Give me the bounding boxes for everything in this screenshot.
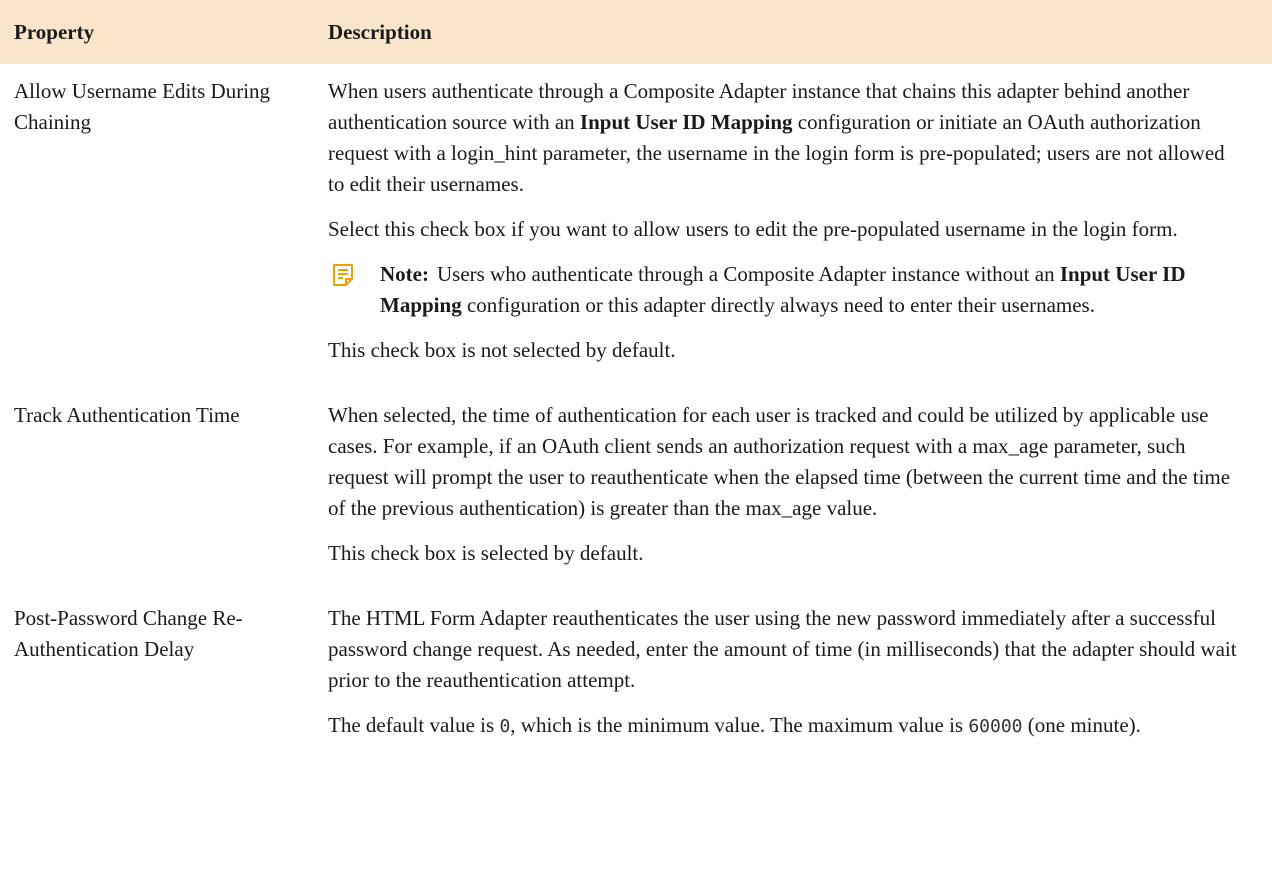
code-value: 60000 <box>968 716 1023 737</box>
description-paragraph: The default value is 0, which is the min… <box>328 710 1244 742</box>
property-description: When selected, the time of authenticatio… <box>308 388 1272 591</box>
table-row: Track Authentication Time When selected,… <box>0 388 1272 591</box>
note-block: Note: Users who authenticate through a Co… <box>328 259 1244 321</box>
description-paragraph: When selected, the time of authenticatio… <box>328 403 1231 520</box>
header-property: Property <box>0 0 308 64</box>
property-name: Track Authentication Time <box>14 403 240 427</box>
properties-table: Property Description Allow Username Edit… <box>0 0 1272 764</box>
table-row: Post-Password Change Re-Authentication D… <box>0 591 1272 764</box>
header-row: Property Description <box>0 0 1272 64</box>
description-paragraph: When users authenticate through a Compos… <box>328 76 1244 200</box>
property-description: The HTML Form Adapter reauthenticates th… <box>308 591 1272 764</box>
text-run: The default value is <box>328 713 500 737</box>
text-run: Users who authenticate through a Composi… <box>436 262 1060 286</box>
code-value: 0 <box>499 716 511 737</box>
note-label: Note: <box>380 262 429 286</box>
property-description: When users authenticate through a Compos… <box>308 64 1272 388</box>
description-paragraph: The HTML Form Adapter reauthenticates th… <box>328 606 1237 692</box>
property-name: Allow Username Edits During Chaining <box>14 79 271 134</box>
table-header: Property Description <box>0 0 1272 64</box>
text-run: , which is the minimum value. The maximu… <box>510 713 969 737</box>
description-paragraph: This check box is not selected by defaul… <box>328 338 676 362</box>
description-paragraph: Select this check box if you want to all… <box>328 217 1178 241</box>
note-icon <box>333 264 353 286</box>
text-run: (one minute). <box>1022 713 1141 737</box>
property-name: Post-Password Change Re-Authentication D… <box>14 606 243 661</box>
description-paragraph: This check box is selected by default. <box>328 541 644 565</box>
bold-term: Input User ID Mapping <box>579 110 793 134</box>
header-description: Description <box>308 0 1272 64</box>
text-run: configuration or this adapter directly a… <box>461 293 1095 317</box>
note-text: Note: Users who authenticate through a Co… <box>380 259 1244 321</box>
table-row: Allow Username Edits During Chaining Whe… <box>0 64 1272 388</box>
